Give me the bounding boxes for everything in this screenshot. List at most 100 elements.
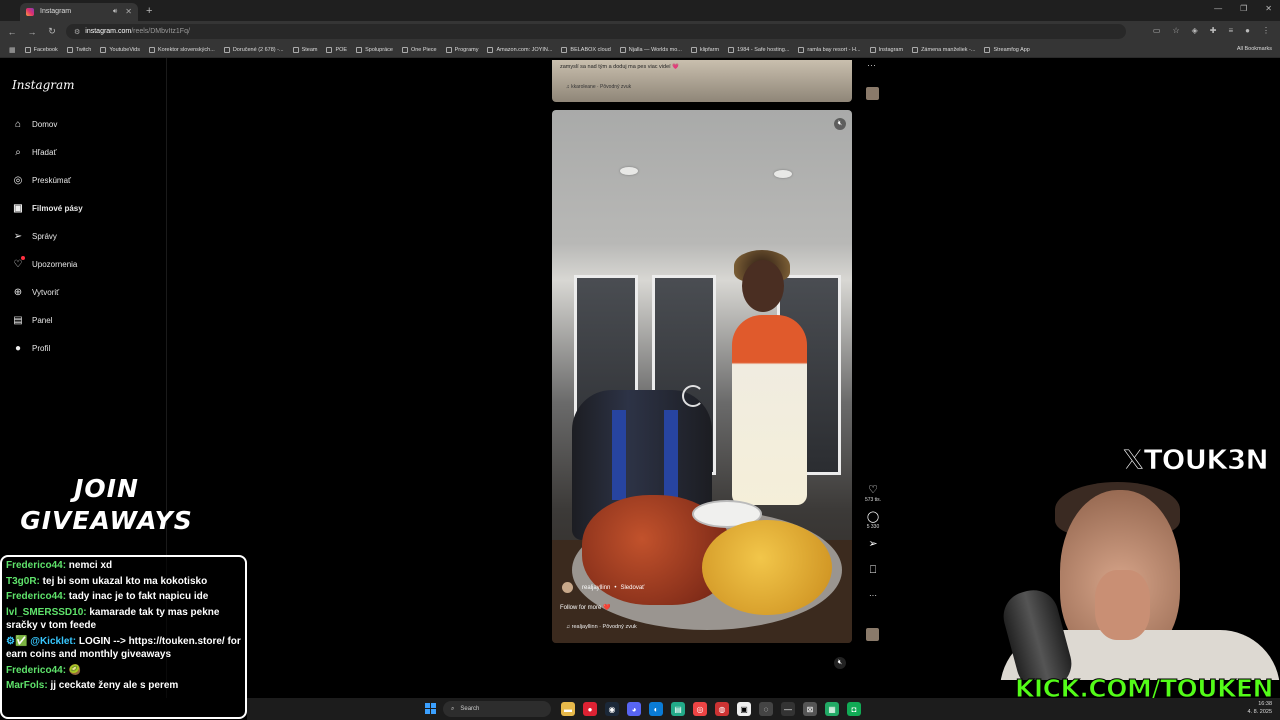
sidebar-item-label: Panel [32,315,53,325]
bookmark-item[interactable]: YoutubeVids [100,46,140,53]
chat-text: nemci xd [66,560,113,571]
previous-audio-thumbnail[interactable] [866,87,879,100]
minimize-icon[interactable]: — [1214,4,1222,13]
extensions-puzzle-icon[interactable]: ✚ [1210,26,1217,35]
bookmark-folder-icon [984,46,991,53]
taskbar-search[interactable]: ⌕ Search [443,701,551,717]
sidebar-item-heart[interactable]: ♡ Upozornenia [12,256,77,270]
bookmark-item[interactable]: POE [326,46,347,53]
explore-icon: ◎ [13,174,23,186]
app-window-icon[interactable]: ⊠ [803,702,817,716]
maximize-icon[interactable]: ❐ [1240,4,1247,13]
app-green-icon[interactable]: ▤ [671,702,685,716]
bookmark-item[interactable]: One Piece [401,46,437,53]
instagram-logo[interactable]: Instagram [12,78,75,92]
profile-avatar-icon[interactable]: ● [1245,26,1250,35]
bookmark-star-icon[interactable]: ☆ [1172,26,1179,35]
bookmark-item[interactable]: 1984 - Safe hosting... [728,46,789,53]
more-options-icon[interactable]: ··· [867,60,876,70]
bookmark-item[interactable]: ramla bay resort - H... [798,46,861,53]
save-bookmark-icon[interactable]: ⎕ [870,564,877,576]
close-window-icon[interactable]: ✕ [1265,4,1272,13]
reading-list-icon[interactable]: ≡ [1228,26,1233,35]
bookmark-item[interactable]: Instagram [869,46,904,53]
reel-video[interactable]: 🔇︎ realjayllinn • Sledovať Follow for mo… [552,110,852,643]
app-green2-icon[interactable]: ◘ [847,702,861,716]
edge-icon[interactable]: ◐ [649,702,663,716]
bookmark-item[interactable]: BELABOX cloud [561,46,611,53]
clock-time: 16:38 [1258,701,1272,707]
author-username[interactable]: realjayllinn [582,585,610,591]
steam-icon[interactable]: ◉ [605,702,619,716]
bookmark-item[interactable]: Twitch [66,46,91,53]
bookmark-item[interactable]: Facebook [24,46,58,53]
audio-thumbnail[interactable] [866,628,879,641]
reel-audio[interactable]: ♫ realjayllinn · Pôvodný zvuk [566,624,637,630]
cast-icon[interactable]: ▭ [1153,26,1161,35]
reels-icon: ▣ [13,202,23,214]
app-gray-icon[interactable]: ◌ [759,702,773,716]
app-red2-icon[interactable]: ◍ [715,702,729,716]
bookmark-item[interactable]: Doručené (2 678) -... [223,46,284,53]
apps-grid-icon[interactable]: ▦ [9,46,16,54]
bookmark-item[interactable]: Amazon.com: JOYIN... [487,46,552,53]
all-bookmarks-button[interactable]: All Bookmarks [1237,46,1272,52]
more-options-icon[interactable]: ··· [869,590,877,602]
like-heart-icon[interactable]: ♡ [868,484,878,496]
previous-reel[interactable]: zamyslí sa nad tým a doduj ma pes viac v… [552,60,852,102]
menu-kebab-icon[interactable]: ⋮ [1262,26,1270,35]
giveaways-text: GIVEAWAYS [20,506,193,535]
url-field[interactable]: ⚙ instagram.com/reels/DMbvItz1Fq/ [66,24,1126,39]
app-spreadsheet-icon[interactable]: ▦ [825,702,839,716]
bookmark-item[interactable]: Spolupráce [356,46,393,53]
new-tab-button[interactable]: + [146,5,152,17]
chat-message: Frederico44: tady inac je to fakt napicu… [6,590,241,604]
sidebar-item-dashboard[interactable]: ▤ Panel [12,314,52,326]
sidebar-item-search[interactable]: ⌕ Hľadať [12,146,56,158]
tab-close-icon[interactable]: ✕ [125,7,132,16]
author-avatar[interactable] [562,582,573,593]
bookmark-item[interactable]: Korektor slovenských... [148,46,215,53]
extension-icon[interactable]: ◈ [1192,26,1198,35]
sidebar-item-create[interactable]: ⊕ Vytvoriť [12,286,59,298]
bookmark-folder-icon [619,46,626,53]
app-dark-icon[interactable]: — [781,702,795,716]
mute-toggle-icon[interactable]: 🔇︎ [834,118,846,130]
mute-toggle-icon[interactable]: 🔇︎ [834,657,846,669]
bookmark-item[interactable]: Programy [445,46,478,53]
reel-author: realjayllinn • Sledovať [562,582,644,593]
reload-icon[interactable]: ↻ [44,26,60,37]
windows-start-icon[interactable] [425,703,436,714]
comment-icon[interactable]: ◯ [867,511,879,523]
chrome-icon[interactable]: ◎ [693,702,707,716]
back-icon[interactable]: ← [4,27,20,37]
discord-icon[interactable]: ◕ [627,702,641,716]
sidebar-item-profile[interactable]: ● Profil [12,342,50,354]
sidebar-item-explore[interactable]: ◎ Preskúmať [12,174,71,186]
bookmark-item[interactable]: klipfarm [690,46,719,53]
browser-tab[interactable]: Instagram 🔊︎ ✕ [20,2,138,21]
bookmark-item[interactable]: Zámena manželiek -... [912,46,975,53]
bookmark-item[interactable]: Njalla — Worlds mo... [619,46,682,53]
site-info-icon[interactable]: ⚙ [74,28,80,36]
sidebar-item-messages[interactable]: ➢ Správy [12,230,57,242]
previous-reel-audio[interactable]: ♫ kkaroleane · Pôvodný zvuk [566,84,631,90]
follow-button[interactable]: Sledovať [620,585,644,591]
previous-reel-caption: zamyslí sa nad tým a doduj ma pes viac v… [560,64,680,70]
taskbar-clock[interactable]: 16:38 4. 8. 2025 [1248,700,1272,716]
window-controls: — ❐ ✕ [1214,4,1272,13]
forward-icon[interactable]: → [24,27,40,37]
app-white-icon[interactable]: ▣ [737,702,751,716]
app-red-icon[interactable]: ● [583,702,597,716]
sidebar-item-reels[interactable]: ▣ Filmové pásy [12,202,82,214]
bookmark-item[interactable]: Steam [292,46,317,53]
address-bar-row: ← → ↻ ⚙ instagram.com/reels/DMbvItz1Fq/ … [0,21,1280,42]
chat-text: tady inac je to fakt napicu ide [66,591,209,602]
sidebar-item-label: Domov [32,119,58,129]
sidebar-item-home[interactable]: ⌂ Domov [12,118,57,130]
share-icon[interactable]: ➢ [868,538,877,550]
file-explorer-icon[interactable]: ▬ [561,702,575,716]
bookmark-label: Instagram [878,46,904,53]
bookmark-item[interactable]: Streamfog App [984,46,1030,53]
bookmark-label: Njalla — Worlds mo... [628,46,682,53]
